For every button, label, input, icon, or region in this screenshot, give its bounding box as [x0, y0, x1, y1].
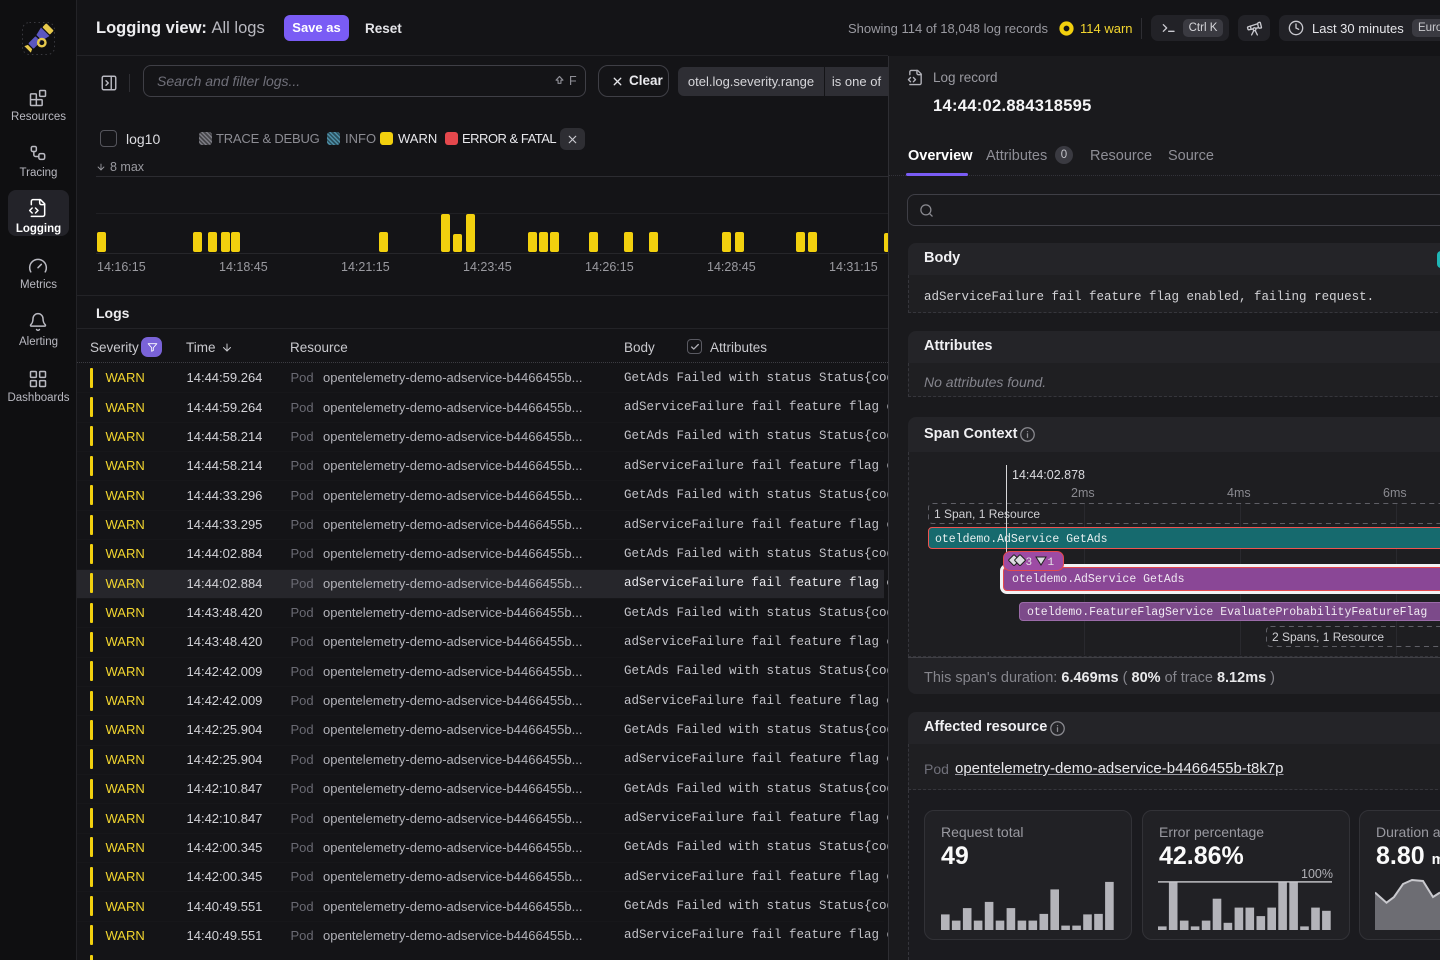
svg-text:3: 3: [1026, 557, 1033, 568]
svg-text:1: 1: [1048, 557, 1055, 568]
